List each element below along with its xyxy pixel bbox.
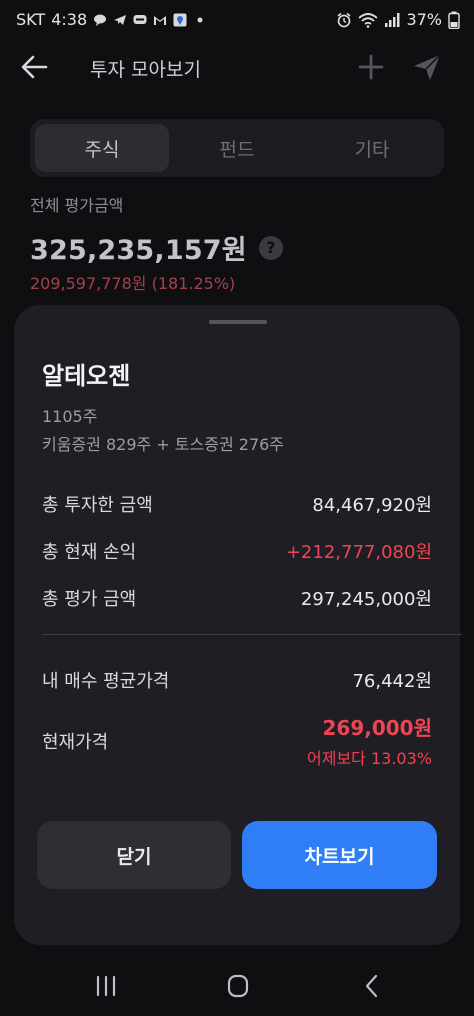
battery-percent: 37% — [406, 10, 442, 29]
daily-change: 어제보다 13.03% — [307, 749, 432, 768]
share-quantity: 1105주 — [42, 407, 98, 426]
home-button[interactable] — [220, 972, 256, 1000]
back-button[interactable] — [18, 52, 52, 82]
total-valuation-detail-value: 297,245,000원 — [300, 589, 432, 610]
add-button[interactable] — [354, 50, 388, 84]
total-profit-label: 총 현재 손익 — [42, 542, 137, 563]
arrow-left-icon — [21, 55, 48, 79]
telegram-icon — [114, 14, 127, 25]
app-bar: 투자 모아보기 — [0, 40, 474, 96]
total-profit-value: +212,777,080원 — [285, 542, 432, 563]
carrier-label: SKT — [16, 10, 46, 29]
total-valuation-value: 325,235,157원 — [30, 235, 247, 266]
tab-stocks[interactable]: 주식 — [35, 124, 169, 172]
asset-tabs: 주식 펀드 기타 — [30, 119, 444, 177]
recent-apps-icon — [96, 975, 116, 997]
close-button[interactable]: 닫기 — [37, 821, 231, 889]
battery-icon — [448, 11, 460, 29]
signal-icon — [385, 12, 400, 27]
avg-price-label: 내 매수 평균가격 — [42, 671, 170, 692]
stock-name: 알테오젠 — [42, 362, 131, 390]
total-invested-value: 84,467,920원 — [312, 495, 432, 516]
total-invested-label: 총 투자한 금액 — [42, 495, 153, 516]
talk-icon — [133, 14, 147, 24]
total-valuation-row: 325,235,157원 ? — [30, 228, 283, 267]
sheet-drag-handle[interactable] — [209, 320, 267, 324]
send-icon — [414, 54, 441, 80]
divider — [42, 634, 462, 635]
total-valuation-detail-label: 총 평가 금액 — [42, 589, 137, 610]
location-app-icon — [173, 13, 187, 26]
dot-icon — [197, 17, 203, 22]
share-button[interactable] — [410, 50, 444, 84]
help-icon[interactable]: ? — [258, 235, 283, 260]
notification-icons — [93, 13, 207, 27]
avg-price-value: 76,442원 — [352, 671, 432, 692]
clock: 4:38 — [51, 10, 88, 29]
current-price-label: 현재가격 — [42, 732, 109, 753]
status-right: 37% — [336, 10, 460, 29]
chevron-left-icon — [365, 974, 378, 998]
recent-apps-button[interactable] — [88, 972, 124, 1000]
status-bar: SKT 4:38 37% — [0, 0, 474, 40]
gmail-icon — [154, 15, 167, 25]
total-valuation-label: 전체 평가금액 — [30, 196, 124, 215]
tab-funds[interactable]: 펀드 — [170, 124, 304, 172]
tab-others[interactable]: 기타 — [305, 124, 439, 172]
wifi-icon — [358, 12, 379, 28]
plus-icon — [358, 54, 384, 80]
view-chart-button[interactable]: 차트보기 — [242, 821, 437, 889]
alarm-icon — [337, 12, 351, 27]
system-back-button[interactable] — [354, 972, 390, 1000]
total-change: 209,597,778원 (181.25%) — [30, 274, 236, 293]
status-left: SKT 4:38 — [16, 10, 207, 29]
home-icon — [227, 974, 249, 998]
broker-breakdown: 키움증권 829주 + 토스증권 276주 — [42, 435, 285, 454]
message-bubble-icon — [94, 14, 107, 26]
current-price-value: 269,000원 — [322, 716, 433, 740]
system-nav-bar — [0, 955, 474, 1016]
page-title: 투자 모아보기 — [90, 59, 201, 81]
